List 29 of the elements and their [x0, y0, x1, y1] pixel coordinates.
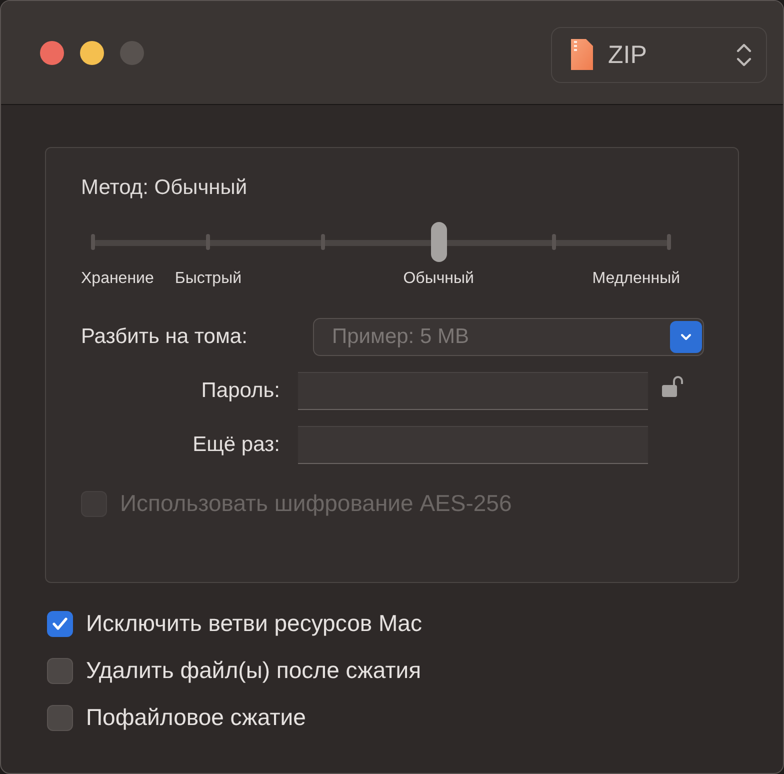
repeat-password-field[interactable]	[298, 426, 648, 464]
checkbox-label: Использовать шифрование AES-256	[120, 490, 512, 517]
slider-thumb[interactable]	[430, 222, 447, 262]
slider-stop-label: Обычный	[403, 270, 474, 288]
checkbox[interactable]	[47, 610, 73, 636]
slider-stop-label: Медленный	[592, 270, 680, 288]
checkbox[interactable]	[47, 658, 73, 684]
password-field[interactable]	[298, 372, 648, 410]
volume-size-field[interactable]: Пример: 5 MB	[313, 318, 704, 356]
field-label: Разбить на тома:	[81, 325, 248, 349]
file-icon	[570, 39, 594, 71]
checkbox[interactable]	[47, 704, 73, 730]
dropdown-button[interactable]	[670, 321, 702, 353]
lock-icon[interactable]	[660, 376, 684, 398]
slider-stop-label: Быстрый	[174, 270, 242, 288]
chevron-down-icon	[680, 333, 692, 341]
checkmark-icon	[51, 616, 69, 632]
checkbox-label: Пофайловое сжатие	[86, 704, 306, 731]
up-down-chevron-icon	[736, 42, 752, 68]
field-label: Пароль:	[200, 379, 281, 403]
close-button[interactable]	[40, 41, 64, 65]
checkbox-label: Исключить ветви ресурсов Mac	[86, 610, 422, 637]
checkbox-label: Удалить файл(ы) после сжатия	[86, 657, 422, 684]
compression-slider[interactable]	[93, 222, 669, 264]
field-label: Ещё раз:	[192, 433, 281, 457]
format-picker[interactable]: ZIP	[551, 27, 767, 83]
method-label: Метод: Обычный	[81, 176, 248, 200]
minimize-button[interactable]	[80, 41, 104, 65]
slider-stop-label: Хранение	[81, 270, 154, 288]
